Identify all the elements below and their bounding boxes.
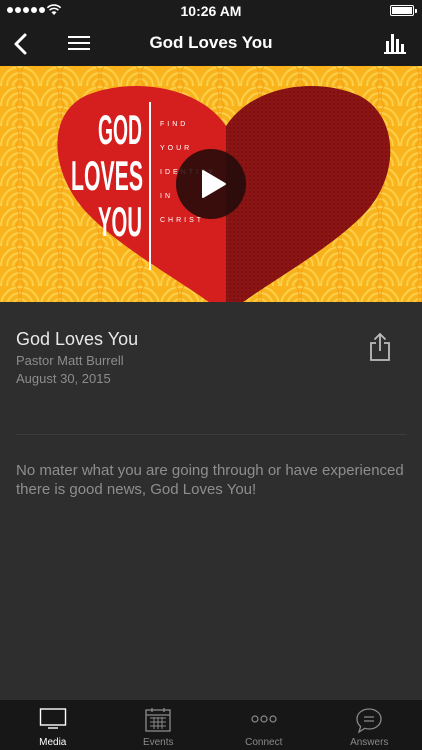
chat-bubble-icon [356, 708, 382, 734]
media-artwork[interactable]: GOD LOVES YOU FIND YOUR IDENTITY IN CHRI… [0, 66, 422, 302]
artwork-title-line: LOVES [71, 152, 143, 199]
tab-label: Events [142, 737, 174, 748]
play-icon [202, 170, 226, 198]
page-title: God Loves You [149, 33, 273, 52]
calendar-icon [145, 708, 171, 732]
share-button[interactable] [368, 332, 392, 362]
media-details: God Loves You Pastor Matt Burrell August… [0, 302, 422, 700]
battery-icon [390, 5, 417, 16]
tab-label: Connect [245, 737, 283, 748]
divider [16, 434, 406, 435]
artwork-subtitle-line: YOUR [160, 145, 192, 152]
artwork-title-line: YOU [98, 198, 142, 245]
stats-button[interactable] [382, 30, 408, 56]
navigation-bar: God Loves You [0, 22, 422, 66]
media-description: No mater what you are going through or h… [16, 462, 404, 498]
tab-media[interactable]: Media [0, 700, 106, 750]
tab-events[interactable]: Events [106, 700, 212, 750]
artwork-subtitle-line: IN [160, 193, 173, 200]
media-date: August 30, 2015 [16, 371, 111, 386]
tab-connect[interactable]: Connect [211, 700, 317, 750]
media-speaker: Pastor Matt Burrell [16, 353, 124, 368]
tab-label: Answers [350, 737, 389, 748]
more-dots-icon [251, 715, 277, 723]
status-time: 10:26 AM [180, 3, 242, 19]
media-title: God Loves You [16, 329, 139, 349]
tab-label: Media [39, 737, 67, 748]
artwork-subtitle-line: FIND [160, 121, 188, 128]
tab-answers[interactable]: Answers [317, 700, 422, 750]
bar-chart-icon [384, 34, 406, 54]
play-button[interactable] [176, 149, 246, 219]
tab-bar: Media Events Connect Answers [0, 700, 422, 750]
tv-icon [39, 708, 66, 729]
artwork-title-line: GOD [98, 106, 142, 153]
status-bar: 10:26 AM [0, 0, 422, 22]
share-icon [370, 332, 390, 361]
artwork-subtitle-line: CHRIST [160, 217, 204, 224]
